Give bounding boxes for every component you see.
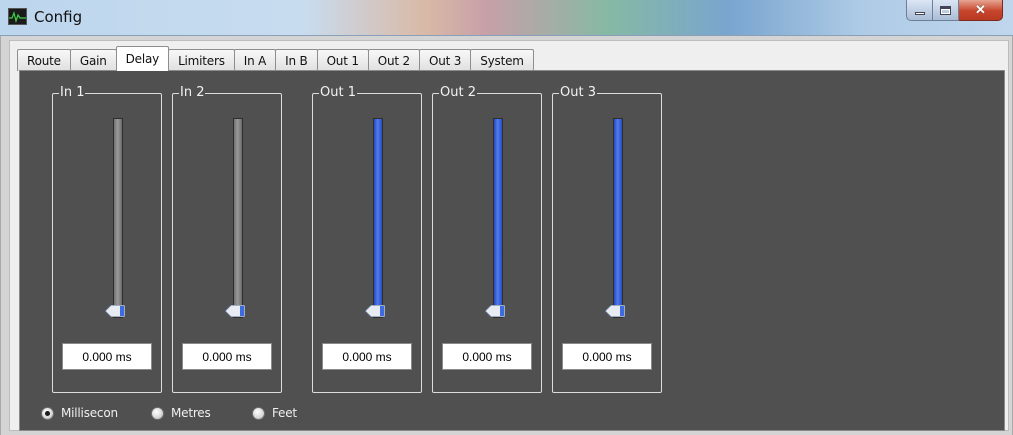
slider-thumb[interactable] (364, 304, 386, 318)
delay-slider-track[interactable] (233, 118, 243, 318)
delay-value-field[interactable]: 0.000 ms (182, 343, 272, 370)
radio-selected-dot (45, 410, 50, 416)
radio-label: Metres (171, 406, 211, 420)
minimize-icon (914, 11, 925, 15)
radio-button[interactable] (151, 406, 164, 420)
minimize-button[interactable] (906, 0, 933, 21)
tab-system[interactable]: System (470, 49, 534, 71)
radio-button[interactable] (252, 406, 265, 420)
delay-value-field[interactable]: 0.000 ms (62, 343, 152, 370)
window-controls: ✕ (906, 0, 1003, 22)
radio-metres[interactable]: Metres (151, 403, 211, 423)
tab-in-a[interactable]: In A (233, 49, 277, 71)
radio-label: Millisecon (61, 406, 118, 420)
tab-out-2[interactable]: Out 2 (367, 49, 420, 71)
radio-milliseconds[interactable]: Millisecon (41, 403, 118, 423)
app-waveform-icon (8, 8, 27, 25)
tab-route[interactable]: Route (17, 49, 71, 71)
channel-group-out-1: Out 1 0.000 ms (312, 85, 422, 393)
tab-limiters[interactable]: Limiters (168, 49, 235, 71)
channel-group-out-3: Out 3 0.000 ms (552, 85, 662, 393)
tab-delay[interactable]: Delay (115, 46, 170, 71)
channel-group-in-1: In 1 0.000 ms (52, 85, 162, 393)
delay-value-field[interactable]: 0.000 ms (562, 343, 652, 370)
delay-slider-track[interactable] (613, 118, 623, 318)
channel-group-in-2: In 2 0.000 ms (172, 85, 282, 393)
tab-out-3[interactable]: Out 3 (419, 49, 472, 71)
channel-label: Out 1 (319, 85, 357, 101)
maximize-button[interactable] (933, 0, 959, 21)
delay-value-field[interactable]: 0.000 ms (442, 343, 532, 370)
tab-gain[interactable]: Gain (69, 49, 117, 71)
delay-slider-track[interactable] (493, 118, 503, 318)
maximize-icon (940, 5, 951, 15)
channel-label: Out 2 (439, 85, 477, 101)
radio-feet[interactable]: Feet (252, 403, 297, 423)
delay-slider-track[interactable] (373, 118, 383, 318)
close-button[interactable]: ✕ (959, 0, 1003, 21)
window-title: Config (34, 8, 83, 26)
delay-slider-track[interactable] (113, 118, 123, 318)
tab-in-b[interactable]: In B (275, 49, 318, 71)
slider-thumb[interactable] (104, 304, 126, 318)
channel-group-out-2: Out 2 0.000 ms (432, 85, 542, 393)
radio-label: Feet (272, 406, 297, 420)
title-bar: Config ✕ (0, 0, 1013, 36)
channel-label: In 1 (59, 85, 86, 101)
channel-label: In 2 (179, 85, 206, 101)
delay-panel: In 1 0.000 ms In 2 0.000 ms Out 1 0.000 … (19, 70, 1005, 431)
slider-thumb[interactable] (224, 304, 246, 318)
slider-thumb[interactable] (604, 304, 626, 318)
tab-out-1[interactable]: Out 1 (316, 49, 369, 71)
delay-value-field[interactable]: 0.000 ms (322, 343, 412, 370)
slider-thumb[interactable] (484, 304, 506, 318)
tab-strip: Route Gain Delay Limiters In A In B Out … (17, 46, 534, 71)
radio-button[interactable] (41, 406, 54, 420)
channel-label: Out 3 (559, 85, 597, 101)
close-icon: ✕ (975, 2, 986, 17)
